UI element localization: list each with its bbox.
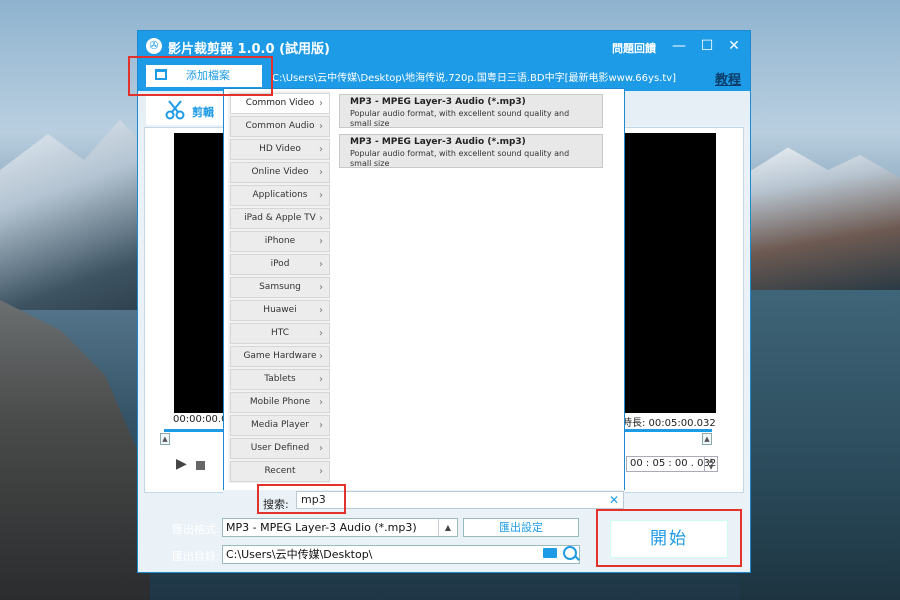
chevron-right-icon: ›: [319, 305, 323, 316]
chevron-right-icon: ›: [319, 374, 323, 385]
chevron-right-icon: ›: [319, 282, 323, 293]
category-item[interactable]: iPad & Apple TV ›: [230, 208, 330, 229]
format-description: Popular audio format, with excellent sou…: [350, 149, 570, 168]
category-list: Common Video › Common Audio › HD Video › Onlin…: [228, 91, 330, 483]
category-label: User Defined: [250, 443, 310, 453]
chevron-right-icon: ›: [319, 213, 323, 224]
category-item[interactable]: Applications ›: [230, 185, 330, 206]
category-label: HD Video: [259, 144, 301, 154]
highlight-search: [257, 484, 346, 514]
category-item[interactable]: Common Audio ›: [230, 116, 330, 137]
chevron-right-icon: ›: [319, 259, 323, 270]
chevron-right-icon: ›: [319, 190, 323, 201]
category-item[interactable]: Tablets ›: [230, 369, 330, 390]
tutorial-link[interactable]: 教程: [715, 69, 741, 88]
category-label: Game Hardware: [243, 351, 317, 361]
category-label: Online Video: [251, 167, 309, 177]
chevron-right-icon: ›: [319, 420, 323, 431]
chevron-right-icon: ›: [319, 351, 323, 362]
background-rock: [0, 300, 150, 600]
format-item[interactable]: MP3 - MPEG Layer-3 Audio (*.mp3) Popular …: [339, 134, 603, 168]
background-mountains-right: [740, 147, 900, 290]
app-window: ✇ 影片裁剪器 1.0.0 (試用版) 問題回饋 — ☐ ✕ 添加檔案 C:\U…: [137, 30, 751, 573]
clear-icon[interactable]: ✕: [609, 493, 619, 507]
duration-label: 時長: 00:05:00.032: [622, 418, 716, 429]
chevron-right-icon: ›: [319, 144, 323, 155]
end-handle-icon[interactable]: ▲: [702, 433, 712, 445]
stop-icon[interactable]: [196, 461, 205, 470]
output-settings-button[interactable]: 匯出設定: [463, 518, 579, 537]
category-label: iPod: [270, 259, 290, 269]
tab-cut-label: 剪輯: [192, 106, 214, 119]
category-label: Media Player: [251, 420, 309, 430]
background-water: [740, 290, 900, 600]
chevron-right-icon: ›: [319, 98, 323, 109]
category-label: Tablets: [264, 374, 296, 384]
category-item[interactable]: Common Video ›: [230, 93, 330, 114]
start-handle-icon[interactable]: ▲: [160, 433, 170, 445]
chevron-right-icon: ›: [319, 466, 323, 477]
category-label: Mobile Phone: [249, 397, 311, 407]
category-item[interactable]: Huawei ›: [230, 300, 330, 321]
category-label: Samsung: [259, 282, 301, 292]
app-title: 影片裁剪器 1.0.0 (試用版): [168, 42, 330, 57]
highlight-start: [596, 509, 742, 567]
output-dir-label: 匯出目錄:: [172, 550, 220, 563]
category-label: Huawei: [263, 305, 297, 315]
format-item[interactable]: MP3 - MPEG Layer-3 Audio (*.mp3) Popular …: [339, 94, 603, 128]
category-item[interactable]: iPod ›: [230, 254, 330, 275]
film-reel-icon: ✇: [146, 38, 162, 54]
chevron-right-icon: ›: [319, 167, 323, 178]
close-icon[interactable]: ✕: [725, 37, 743, 55]
category-label: Common Video: [245, 98, 315, 108]
feedback-link[interactable]: 問題回饋: [612, 40, 656, 56]
category-item[interactable]: Online Video ›: [230, 162, 330, 183]
category-label: Recent: [264, 466, 296, 476]
chevron-right-icon: ›: [319, 236, 323, 247]
chevron-right-icon: ›: [319, 443, 323, 454]
category-label: Applications: [252, 190, 308, 200]
category-label: Common Audio: [245, 121, 315, 131]
format-title: MP3 - MPEG Layer-3 Audio (*.mp3): [350, 137, 526, 147]
category-item[interactable]: Mobile Phone ›: [230, 392, 330, 413]
play-icon[interactable]: ▶: [176, 456, 187, 472]
chevron-right-icon: ›: [319, 328, 323, 339]
output-format-label: 匯出格式:: [172, 523, 220, 536]
highlight-add-file: [128, 56, 273, 96]
format-description: Popular audio format, with excellent sou…: [350, 109, 570, 128]
category-item[interactable]: HTC ›: [230, 323, 330, 344]
tab-cut[interactable]: 剪輯: [146, 95, 226, 125]
output-dir-field[interactable]: C:\Users\云中传媒\Desktop\: [222, 545, 580, 564]
scissors-icon: [165, 100, 185, 120]
category-item[interactable]: Media Player ›: [230, 415, 330, 436]
category-label: iPad & Apple TV: [244, 213, 316, 223]
file-path: C:\Users\云中传媒\Desktop\地海传说.720p.国粤日三语.BD…: [272, 73, 677, 84]
category-item[interactable]: Samsung ›: [230, 277, 330, 298]
dropdown-arrow-icon[interactable]: ▲: [438, 519, 457, 536]
category-item[interactable]: Recent ›: [230, 461, 330, 482]
category-item[interactable]: HD Video ›: [230, 139, 330, 160]
output-format-select[interactable]: MP3 - MPEG Layer-3 Audio (*.mp3): [222, 518, 458, 537]
chevron-right-icon: ›: [319, 121, 323, 132]
search-icon[interactable]: [563, 546, 577, 560]
chevron-right-icon: ›: [319, 397, 323, 408]
folder-icon[interactable]: [543, 548, 557, 558]
category-item[interactable]: Game Hardware ›: [230, 346, 330, 367]
format-title: MP3 - MPEG Layer-3 Audio (*.mp3): [350, 97, 526, 107]
category-label: iPhone: [264, 236, 296, 246]
end-time-spinner[interactable]: ▲ ▼: [704, 457, 717, 471]
minimize-icon[interactable]: —: [670, 37, 688, 55]
category-item[interactable]: iPhone ›: [230, 231, 330, 252]
maximize-icon[interactable]: ☐: [698, 37, 716, 55]
category-label: HTC: [270, 328, 290, 338]
category-item[interactable]: User Defined ›: [230, 438, 330, 459]
